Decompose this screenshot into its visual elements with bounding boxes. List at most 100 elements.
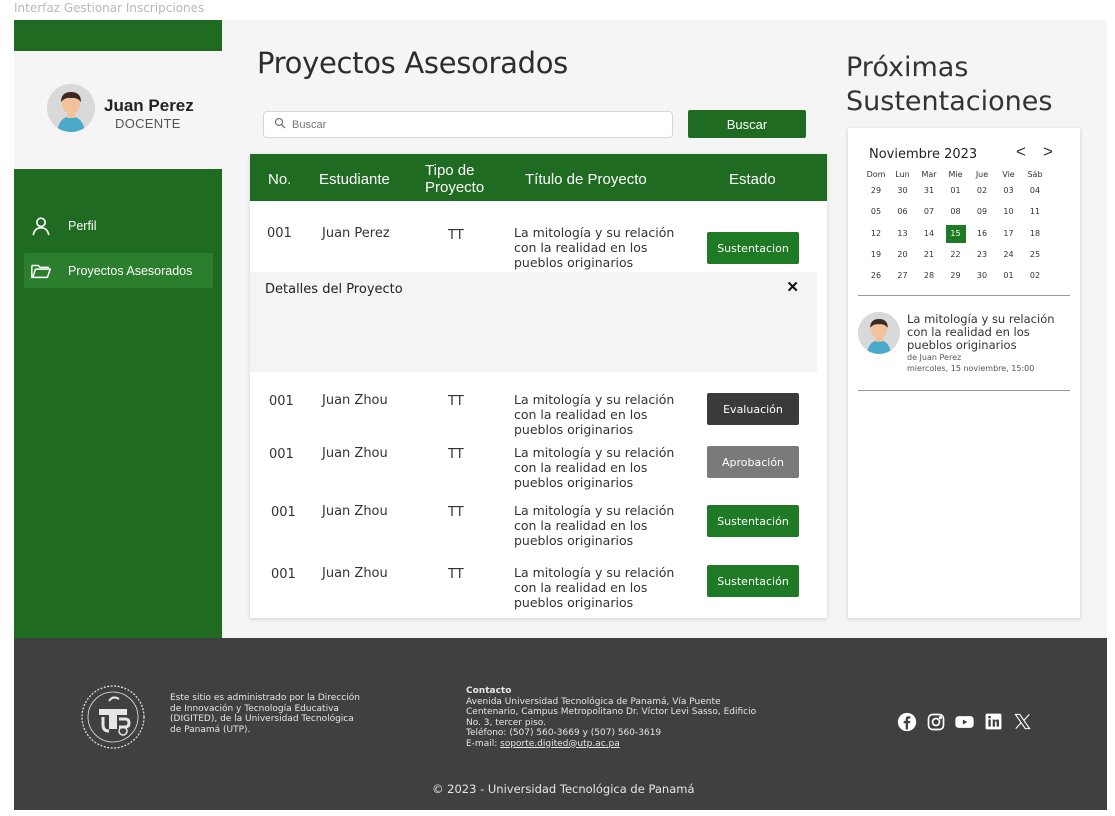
linkedin-icon[interactable]	[983, 711, 1004, 732]
search-input[interactable]	[292, 118, 652, 131]
calendar-day[interactable]: 29	[866, 182, 886, 200]
facebook-icon[interactable]	[896, 711, 917, 732]
cell-student: Juan Zhou	[322, 566, 388, 581]
calendar-day[interactable]: 14	[919, 225, 939, 243]
profile-role: DOCENTE	[115, 116, 181, 131]
calendar-day[interactable]: 21	[919, 246, 939, 264]
calendar-card: Noviembre 2023 < > Dom Lun Mar Mie Jue Vie Sáb…	[848, 128, 1080, 618]
sidebar-top-bar	[14, 20, 222, 51]
header-title: Título de Proyecto	[525, 171, 647, 188]
calendar-day[interactable]: 12	[866, 225, 886, 243]
admin-text: Este sitio es administrado por la Direcc…	[170, 693, 360, 735]
cell-student: Juan Zhou	[322, 504, 388, 519]
cell-student: Juan Zhou	[322, 393, 388, 408]
calendar-day[interactable]: 10	[999, 203, 1019, 221]
close-icon[interactable]: ✕	[786, 278, 799, 296]
table-row[interactable]: 001 Juan Zhou TT La mitología y su relac…	[250, 563, 827, 618]
header-no: No.	[268, 171, 292, 188]
calendar-day[interactable]: 01	[946, 182, 966, 200]
divider	[858, 390, 1070, 391]
table-row[interactable]: 001 Juan Zhou TT La mitología y su relac…	[250, 390, 827, 446]
app-window: Juan Perez DOCENTE Perfil Proyectos Ases…	[14, 20, 1107, 810]
status-button[interactable]: Sustentación	[707, 505, 799, 537]
email-link[interactable]: soporte.digited@utp.ac.pa	[500, 739, 620, 749]
contact-address: Avenida Universidad Tecnológica de Panam…	[466, 696, 757, 728]
upcoming-title: Próximas Sustentaciones	[846, 52, 1053, 117]
calendar-day[interactable]: 26	[866, 267, 886, 285]
frame-label: Interfaz Gestionar Inscripciones	[14, 1, 205, 15]
table-row[interactable]: 001 Juan Perez TT La mitología y su rela…	[250, 222, 827, 278]
cell-type: TT	[448, 567, 464, 582]
social-links	[896, 711, 1033, 732]
cell-title: La mitología y su relación con la realid…	[514, 445, 675, 490]
calendar-day[interactable]: 13	[893, 225, 913, 243]
folder-open-icon	[30, 260, 52, 282]
profile-name: Juan Perez	[104, 96, 194, 115]
cell-type: TT	[448, 505, 464, 520]
calendar-prev-button[interactable]: <	[1016, 142, 1026, 162]
calendar-day[interactable]: 11	[1025, 203, 1045, 221]
calendar-day[interactable]: 15	[945, 224, 966, 243]
cell-type: TT	[448, 394, 464, 409]
cell-no: 001	[267, 226, 292, 241]
cell-title: La mitología y su relación con la realid…	[514, 392, 675, 437]
status-button[interactable]: Sustentación	[707, 565, 799, 597]
table-row[interactable]: 001 Juan Zhou TT La mitología y su relac…	[250, 443, 827, 499]
calendar-day[interactable]: 08	[946, 203, 966, 221]
x-icon[interactable]	[1012, 711, 1033, 732]
calendar-day[interactable]: 02	[972, 182, 992, 200]
sidebar: Perfil Proyectos Asesorados	[14, 169, 222, 638]
calendar-day[interactable]: 19	[866, 246, 886, 264]
cell-title: La mitología y su relación con la realid…	[514, 225, 675, 270]
calendar-day[interactable]: 04	[1025, 182, 1045, 200]
calendar-next-button[interactable]: >	[1043, 142, 1053, 162]
calendar-day[interactable]: 02	[1025, 267, 1045, 285]
calendar-day[interactable]: 09	[972, 203, 992, 221]
calendar-day[interactable]: 31	[919, 182, 939, 200]
footer: Este sitio es administrado por la Direcc…	[14, 638, 1107, 810]
calendar-day[interactable]: 06	[893, 203, 913, 221]
calendar-day[interactable]: 25	[1025, 246, 1045, 264]
instagram-icon[interactable]	[925, 711, 946, 732]
youtube-icon[interactable]	[954, 711, 975, 732]
sidebar-item-proyectos-asesorados[interactable]: Proyectos Asesorados	[24, 253, 213, 288]
contact-title: Contacto	[466, 686, 512, 696]
email-label: E-mail:	[466, 738, 501, 749]
avatar	[858, 312, 900, 354]
calendar-day[interactable]: 23	[972, 246, 992, 264]
table-row[interactable]: 001 Juan Zhou TT La mitología y su relac…	[250, 501, 827, 557]
calendar-day[interactable]: 22	[946, 246, 966, 264]
calendar-day[interactable]: 28	[919, 267, 939, 285]
cell-no: 001	[269, 394, 294, 409]
calendar-day[interactable]: 16	[972, 225, 992, 243]
cell-student: Juan Zhou	[322, 446, 388, 461]
calendar-day[interactable]: 27	[893, 267, 913, 285]
calendar-day[interactable]: 20	[893, 246, 913, 264]
calendar-day[interactable]: 17	[999, 225, 1019, 243]
profile-panel: Juan Perez DOCENTE	[14, 51, 222, 169]
calendar-day[interactable]: 29	[946, 267, 966, 285]
event-date: miercoles, 15 noviembre, 15:00	[907, 364, 1035, 373]
status-button[interactable]: Aprobación	[707, 446, 799, 478]
sidebar-item-perfil[interactable]: Perfil	[24, 208, 213, 243]
calendar-day[interactable]: 18	[1025, 225, 1045, 243]
copyright: © 2023 - Universidad Tecnológica de Pana…	[432, 782, 695, 796]
calendar-day[interactable]: 30	[893, 182, 913, 200]
cell-type: TT	[448, 228, 464, 243]
search-button[interactable]: Buscar	[688, 110, 806, 138]
calendar-day[interactable]: 05	[866, 203, 886, 221]
calendar-day[interactable]: 30	[972, 267, 992, 285]
utp-logo	[79, 683, 147, 751]
calendar-month: Noviembre 2023	[869, 147, 978, 162]
avatar	[47, 84, 95, 132]
calendar-day[interactable]: 24	[999, 246, 1019, 264]
status-button[interactable]: Sustentacion	[707, 232, 799, 264]
header-student: Estudiante	[319, 171, 390, 188]
status-button[interactable]: Evaluación	[707, 393, 799, 425]
calendar-day[interactable]: 01	[999, 267, 1019, 285]
contact-email-line: E-mail: soporte.digited@utp.ac.pa	[466, 739, 766, 750]
calendar-day[interactable]: 03	[999, 182, 1019, 200]
calendar-day[interactable]: 07	[919, 203, 939, 221]
cell-no: 001	[271, 567, 296, 582]
event-title[interactable]: La mitología y su relación con la realid…	[907, 313, 1057, 352]
